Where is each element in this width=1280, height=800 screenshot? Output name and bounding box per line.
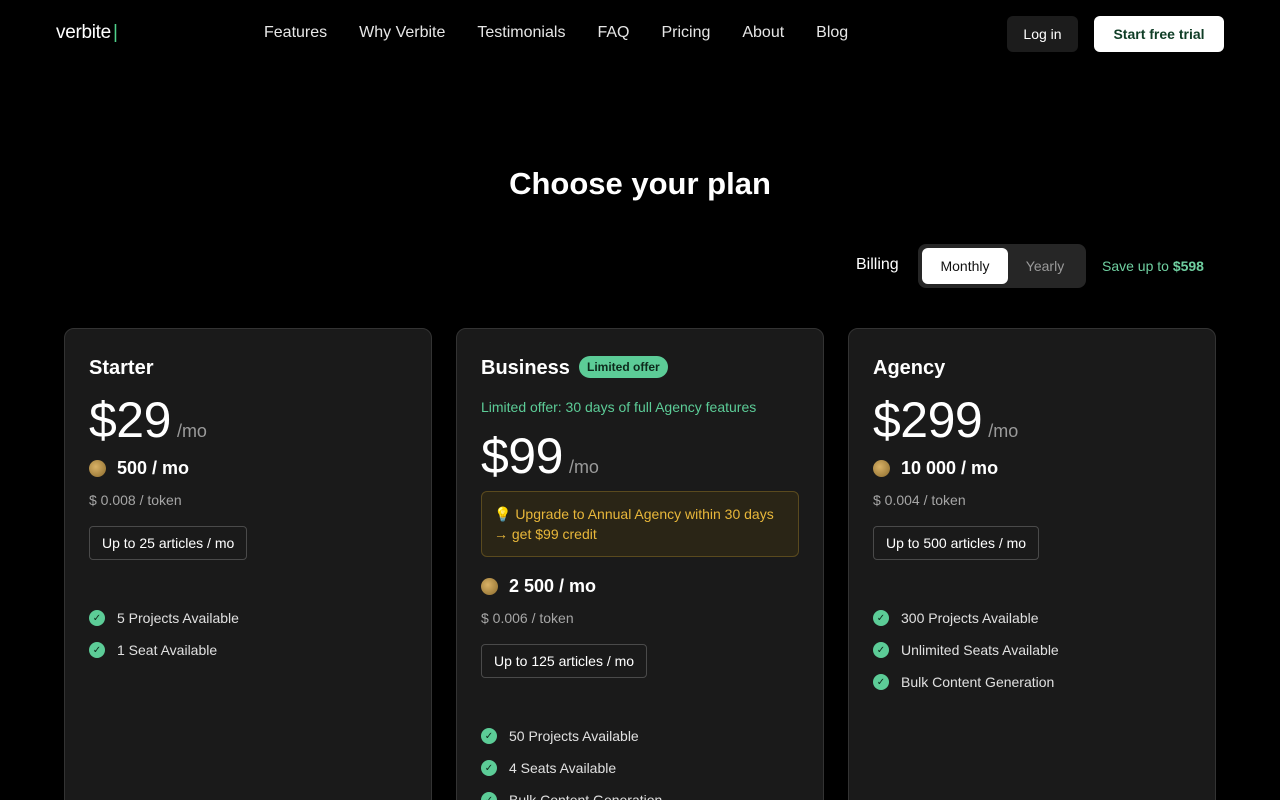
feature-item: ✓ Bulk Content Generation <box>873 666 1059 698</box>
feature-label: 50 Projects Available <box>509 728 639 744</box>
promo-line-1: 💡 Upgrade to Annual Agency within 30 day… <box>494 506 774 522</box>
billing-toggle: Monthly Yearly <box>918 244 1086 288</box>
plan-card-starter: Starter $29 /mo 500 / mo $ 0.008 / token… <box>64 328 432 800</box>
plan-name: Agency <box>873 357 946 379</box>
plan-name: Business <box>481 357 570 379</box>
billing-monthly-option[interactable]: Monthly <box>922 248 1008 284</box>
token-price: $ 0.008 / token <box>89 492 182 508</box>
promo-line-2: → get $99 credit <box>494 526 597 542</box>
feature-item: ✓ 300 Projects Available <box>873 602 1059 634</box>
price-row: $299 /mo <box>873 391 1018 449</box>
feature-label: 1 Seat Available <box>117 642 218 658</box>
start-free-trial-button[interactable]: Start free trial <box>1094 16 1224 52</box>
logo-cursor: | <box>112 22 118 43</box>
feature-label: 4 Seats Available <box>509 760 617 776</box>
nav-link-blog[interactable]: Blog <box>816 24 848 42</box>
token-price: $ 0.004 / token <box>873 492 966 508</box>
upgrade-promo-box: 💡 Upgrade to Annual Agency within 30 day… <box>481 491 799 557</box>
savings-prefix: Save up to <box>1102 258 1169 274</box>
price-period: /mo <box>988 421 1019 441</box>
page-title: Choose your plan <box>509 166 771 201</box>
feature-label: 5 Projects Available <box>117 610 239 626</box>
feature-item: ✓ Unlimited Seats Available <box>873 634 1059 666</box>
offer-text: Limited offer: 30 days of full Agency fe… <box>481 399 757 415</box>
check-circle-icon: ✓ <box>873 674 889 690</box>
token-amount: 10 000 / mo <box>901 458 999 478</box>
nav-link-features[interactable]: Features <box>264 24 327 42</box>
token-row: 500 / mo <box>89 458 189 479</box>
price-period: /mo <box>176 421 207 441</box>
articles-limit: Up to 25 articles / mo <box>89 526 248 560</box>
token-row: 2 500 / mo <box>481 576 596 597</box>
check-circle-icon: ✓ <box>481 728 497 744</box>
feature-item: ✓ 4 Seats Available <box>481 752 662 784</box>
nav-link-faq[interactable]: FAQ <box>597 24 629 42</box>
savings-note: Save up to $598 <box>1102 258 1204 274</box>
savings-amount: $598 <box>1172 258 1204 274</box>
logo-text: verbite <box>56 22 111 43</box>
check-circle-icon: ✓ <box>873 610 889 626</box>
check-circle-icon: ✓ <box>89 642 105 658</box>
logo[interactable]: verbite | <box>56 22 118 44</box>
token-amount: 500 / mo <box>117 458 190 478</box>
billing-yearly-option[interactable]: Yearly <box>1008 248 1082 284</box>
price-row: $29 /mo <box>89 391 207 449</box>
feature-label: Unlimited Seats Available <box>901 642 1059 658</box>
feature-item: ✓ Bulk Content Generation <box>481 784 662 800</box>
billing-label: Billing <box>856 256 899 273</box>
token-amount: 2 500 / mo <box>509 576 597 596</box>
coin-icon <box>89 460 106 477</box>
coin-icon <box>873 460 890 477</box>
login-button[interactable]: Log in <box>1007 16 1078 52</box>
nav-links: Features Why Verbite Testimonials FAQ Pr… <box>264 24 848 42</box>
articles-limit: Up to 500 articles / mo <box>873 526 1040 560</box>
check-circle-icon: ✓ <box>481 760 497 776</box>
plan-card-business: Business Limited offer Limited offer: 30… <box>456 328 824 800</box>
feature-item: ✓ 50 Projects Available <box>481 720 662 752</box>
feature-item: ✓ 5 Projects Available <box>89 602 239 634</box>
feature-item: ✓ 1 Seat Available <box>89 634 239 666</box>
check-circle-icon: ✓ <box>873 642 889 658</box>
feature-list: ✓ 5 Projects Available ✓ 1 Seat Available <box>89 602 239 666</box>
check-circle-icon: ✓ <box>481 792 497 800</box>
feature-label: Bulk Content Generation <box>509 792 663 800</box>
price-period: /mo <box>568 457 599 477</box>
nav-link-why-verbite[interactable]: Why Verbite <box>359 24 445 42</box>
price-row: $99 /mo <box>481 427 599 485</box>
coin-icon <box>481 578 498 595</box>
top-nav: verbite | Features Why Verbite Testimonia… <box>0 0 1280 68</box>
check-circle-icon: ✓ <box>89 610 105 626</box>
articles-limit: Up to 125 articles / mo <box>481 644 648 678</box>
plan-name: Starter <box>89 357 154 379</box>
plan-price: $99 <box>481 428 563 484</box>
plan-price: $299 <box>873 392 983 448</box>
token-row: 10 000 / mo <box>873 458 998 479</box>
token-price: $ 0.006 / token <box>481 610 574 626</box>
nav-link-about[interactable]: About <box>742 24 784 42</box>
feature-label: Bulk Content Generation <box>901 674 1055 690</box>
feature-label: 300 Projects Available <box>901 610 1039 626</box>
plan-card-agency: Agency $299 /mo 10 000 / mo $ 0.004 / to… <box>848 328 1216 800</box>
limited-offer-badge: Limited offer <box>579 356 668 378</box>
nav-link-testimonials[interactable]: Testimonials <box>477 24 565 42</box>
nav-link-pricing[interactable]: Pricing <box>661 24 710 42</box>
feature-list: ✓ 300 Projects Available ✓ Unlimited Seats… <box>873 602 1059 698</box>
plan-price: $29 <box>89 392 171 448</box>
feature-list: ✓ 50 Projects Available ✓ 4 Seats Availabl… <box>481 720 662 800</box>
